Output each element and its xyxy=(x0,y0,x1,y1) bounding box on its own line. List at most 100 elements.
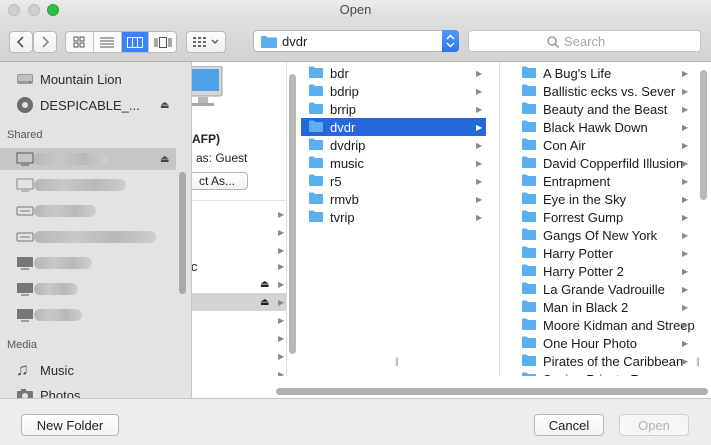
sidebar-item-shared-1[interactable]: ⏏ xyxy=(0,148,176,170)
folder-row-selected[interactable]: dvdr ▶ xyxy=(301,118,486,136)
columns-icon xyxy=(126,36,143,48)
folder-row[interactable]: Ballistic ecks vs. Sever ▶ xyxy=(514,82,700,100)
column-resize-handle[interactable]: || xyxy=(395,356,399,366)
folder-row[interactable]: Harry Potter 2 ▶ xyxy=(514,262,700,280)
folder-row[interactable]: One Hour Photo ▶ xyxy=(514,334,700,352)
folder-row[interactable]: music ▶ xyxy=(301,154,486,172)
folder-row[interactable]: r5 ▶ xyxy=(301,172,486,190)
list-item[interactable]: ic▶ xyxy=(192,257,286,275)
folder-icon xyxy=(309,138,323,150)
cancel-button[interactable]: Cancel xyxy=(534,414,604,436)
disclosure-arrow-icon: ▶ xyxy=(476,104,483,114)
connect-as-button[interactable]: ct As... xyxy=(192,172,248,190)
minimize-window-button[interactable] xyxy=(28,4,40,16)
view-mode-selector[interactable] xyxy=(65,31,177,53)
disclosure-arrow-icon: ▶ xyxy=(682,375,688,377)
list-item[interactable]: ▶ xyxy=(192,223,286,241)
sidebar-item-photos[interactable]: Photos xyxy=(0,384,176,398)
folder-row[interactable]: bdr ▶ xyxy=(301,64,486,82)
up-down-arrows-icon xyxy=(446,34,455,48)
folder-name: La Grande Vadrouille xyxy=(543,281,665,297)
eject-icon[interactable]: ⏏ xyxy=(260,297,269,308)
connected-as-label: as: Guest xyxy=(196,151,248,165)
folder-row[interactable]: David Copperfild Illusion ▶ xyxy=(514,154,700,172)
partial-item-label: ic xyxy=(192,259,197,274)
folder-icon xyxy=(522,84,536,96)
open-button[interactable]: Open xyxy=(619,414,689,436)
sidebar-item-shared-3[interactable] xyxy=(0,200,176,222)
list-item[interactable]: ⏏ ▶ xyxy=(192,275,286,293)
sidebar-item-mountain-lion[interactable]: Mountain Lion xyxy=(0,68,176,90)
folder-row[interactable]: rmvb ▶ xyxy=(301,190,486,208)
close-window-button[interactable] xyxy=(8,4,20,16)
disclosure-arrow-icon: ▶ xyxy=(476,86,483,96)
search-field[interactable]: Search xyxy=(468,30,701,52)
sidebar-item-despicable[interactable]: DESPICABLE_... ⏏ xyxy=(0,94,176,116)
list-view-button[interactable] xyxy=(94,32,122,52)
sidebar-item-shared-2[interactable] xyxy=(0,174,176,196)
sidebar-item-shared-4[interactable] xyxy=(0,226,176,248)
list-item[interactable]: ▶ xyxy=(192,329,286,347)
eject-icon[interactable]: ⏏ xyxy=(260,279,269,290)
column-resize-handle[interactable]: || xyxy=(696,356,700,366)
list-icon xyxy=(100,37,115,47)
folder-name: r5 xyxy=(330,173,342,189)
disclosure-arrow-icon: ▶ xyxy=(682,122,689,132)
folder-row[interactable]: Man in Black 2 ▶ xyxy=(514,298,700,316)
folder-name: David Copperfild Illusion xyxy=(543,155,684,171)
coverflow-view-button[interactable] xyxy=(149,32,176,52)
folder-row[interactable]: brrip ▶ xyxy=(301,100,486,118)
folder-row[interactable]: La Grande Vadrouille ▶ xyxy=(514,280,700,298)
folder-icon xyxy=(522,246,536,258)
column-view-button[interactable] xyxy=(121,32,150,52)
folder-name: Man in Black 2 xyxy=(543,299,629,315)
eject-icon[interactable]: ⏏ xyxy=(160,100,169,111)
horizontal-scrollbar[interactable] xyxy=(276,388,708,395)
sidebar-item-shared-6[interactable] xyxy=(0,278,176,300)
icon-view-button[interactable] xyxy=(66,32,94,52)
folder-icon xyxy=(522,372,536,376)
folder-row[interactable]: tvrip ▶ xyxy=(301,208,486,226)
folder-row[interactable]: Black Hawk Down ▶ xyxy=(514,118,700,136)
folder-icon xyxy=(522,156,536,168)
sidebar-item-music[interactable]: ♫ Music xyxy=(0,359,176,381)
folder-row[interactable]: Gangs Of New York ▶ xyxy=(514,226,700,244)
monitor-icon xyxy=(17,309,33,322)
folder-row[interactable]: Harry Potter ▶ xyxy=(514,244,700,262)
new-folder-button[interactable]: New Folder xyxy=(21,414,119,436)
folder-name: Harry Potter xyxy=(543,245,614,261)
column-scrollbar[interactable] xyxy=(700,70,707,200)
folder-row[interactable]: Pirates of the Caribbean ▶ xyxy=(514,352,700,370)
location-stepper[interactable] xyxy=(442,30,459,52)
disclosure-arrow-icon: ▶ xyxy=(682,86,689,96)
list-item[interactable]: ▶ xyxy=(192,311,286,329)
arrange-menu-button[interactable] xyxy=(186,31,226,53)
list-item[interactable]: ▶ xyxy=(192,347,286,365)
location-popup[interactable]: dvdr xyxy=(253,30,459,52)
folder-row[interactable]: bdrip ▶ xyxy=(301,82,486,100)
sidebar-item-shared-5[interactable] xyxy=(0,252,176,274)
list-item[interactable]: ▶ xyxy=(192,205,286,223)
zoom-window-button[interactable] xyxy=(47,4,59,16)
folder-row[interactable]: Beauty and the Beast ▶ xyxy=(514,100,700,118)
folder-row[interactable]: Con Air ▶ xyxy=(514,136,700,154)
folder-row[interactable]: Entrapment ▶ xyxy=(514,172,700,190)
eject-icon[interactable]: ⏏ xyxy=(160,154,169,165)
folder-row[interactable]: Eye in the Sky ▶ xyxy=(514,190,700,208)
sidebar-scrollbar[interactable] xyxy=(179,172,186,294)
chevron-left-icon xyxy=(17,36,24,48)
folder-row[interactable]: Saving Private Ryan ▶ xyxy=(514,370,700,376)
folder-icon xyxy=(309,84,323,96)
folder-row[interactable]: Moore Kidman and Streep ▶ xyxy=(514,316,700,334)
folder-row[interactable]: Forrest Gump ▶ xyxy=(514,208,700,226)
column-movies: A Bug's Life ▶ Ballistic ecks vs. Sever ▶ Be… xyxy=(500,62,711,376)
back-button[interactable] xyxy=(9,31,33,53)
column-scrollbar[interactable] xyxy=(289,74,296,354)
list-item[interactable]: ▶ xyxy=(192,365,286,377)
folder-row[interactable]: A Bug's Life ▶ xyxy=(514,64,700,82)
sidebar-item-shared-7[interactable] xyxy=(0,304,176,326)
sidebar-item-label: Photos xyxy=(40,387,81,399)
list-item-selected[interactable]: ⏏ ▶ xyxy=(192,293,286,311)
forward-button[interactable] xyxy=(33,31,57,53)
folder-row[interactable]: dvdrip ▶ xyxy=(301,136,486,154)
